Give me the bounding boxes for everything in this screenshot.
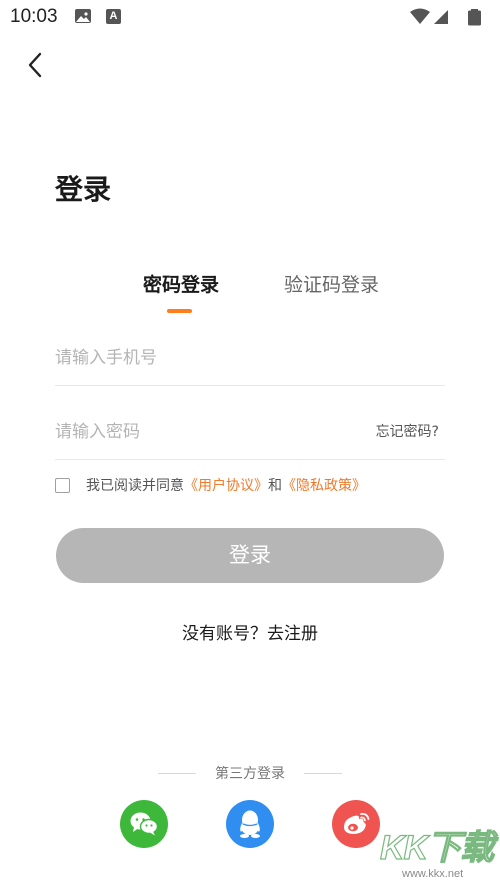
tab-password-login[interactable]: 密码登录 [143, 270, 219, 297]
register-link[interactable]: 没有账号？去注册 [0, 619, 500, 644]
gallery-notification-icon [75, 9, 91, 23]
password-field-container: 忘记密码? [55, 410, 445, 460]
watermark-logo-text: KK下载 [379, 828, 494, 867]
status-time: 10:03 [10, 6, 58, 27]
wifi-icon [410, 8, 430, 24]
qq-icon [240, 810, 260, 838]
tab-code-login[interactable]: 验证码登录 [284, 270, 379, 297]
wechat-login-button[interactable] [120, 800, 168, 848]
forgot-password-link[interactable]: 忘记密码? [376, 421, 439, 441]
a-notification-icon: A [106, 9, 121, 24]
login-button[interactable]: 登录 [56, 528, 444, 583]
weibo-login-button[interactable] [332, 800, 380, 848]
watermark-url: www.kkx.net [402, 868, 464, 880]
user-agreement-link[interactable]: 《用户协议》 [184, 475, 268, 495]
kkx-watermark-logo: KK下载 www.kkx.net [374, 814, 496, 888]
privacy-policy-link[interactable]: 《隐私政策》 [282, 475, 366, 495]
third-party-login-label: 第三方登录 [215, 766, 285, 782]
third-party-login-header: 第三方登录 [0, 763, 500, 783]
phone-input[interactable] [55, 336, 355, 380]
phone-field-container [55, 336, 445, 386]
active-tab-indicator [167, 309, 192, 313]
agreement-prefix: 我已阅读并同意 [86, 478, 184, 494]
password-input[interactable] [55, 410, 355, 454]
agreement-row: 我已阅读并同意 《用户协议》 和 《隐私政策》 [55, 474, 366, 496]
chevron-left-icon [28, 52, 42, 78]
wechat-icon [130, 812, 159, 836]
qq-login-button[interactable] [226, 800, 274, 848]
agreement-checkbox[interactable] [55, 477, 70, 493]
divider-right [304, 773, 342, 774]
page-title: 登录 [55, 173, 112, 206]
cellular-signal-icon [434, 10, 448, 24]
back-button[interactable] [20, 48, 50, 82]
status-signal-battery [410, 7, 490, 27]
status-bar: 10:03 A [0, 0, 500, 34]
agreement-and: 和 [268, 478, 282, 494]
weibo-icon [344, 812, 370, 834]
battery-icon [468, 9, 481, 26]
